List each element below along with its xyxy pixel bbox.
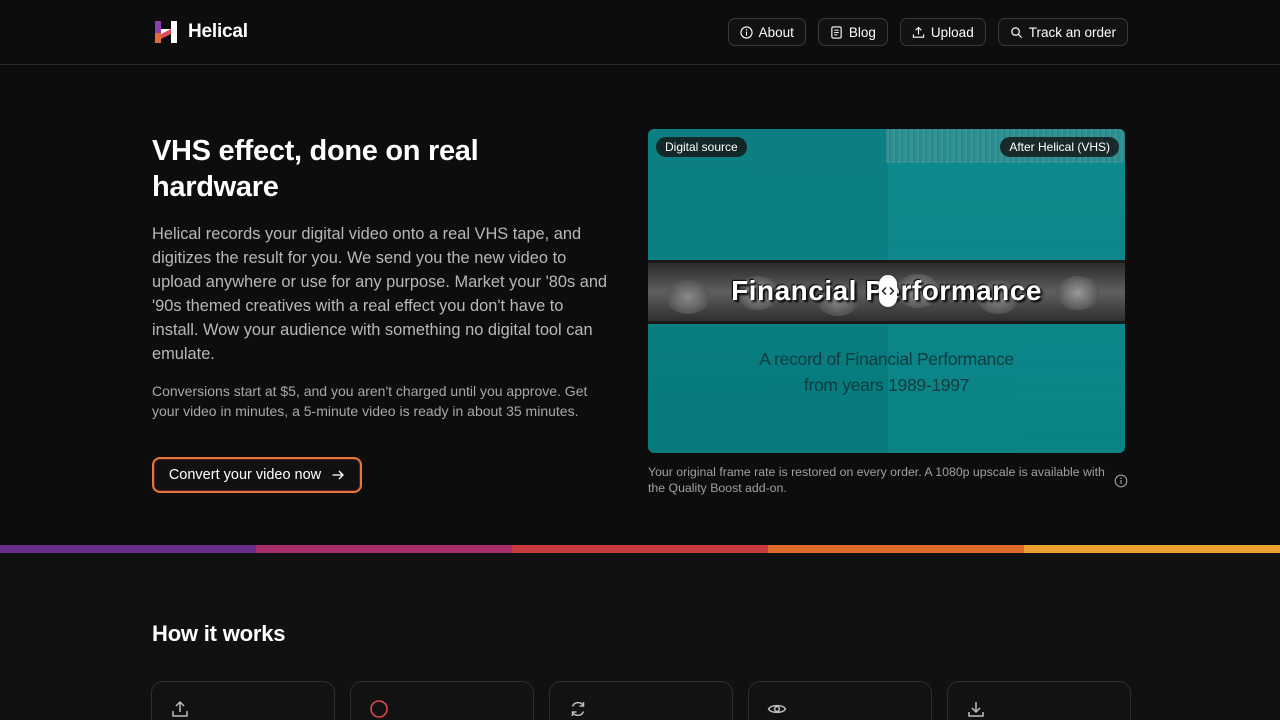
steps-row — [151, 681, 1131, 720]
info-icon — [739, 25, 753, 39]
document-icon — [831, 25, 842, 39]
stripe-segment — [1024, 545, 1280, 553]
convert-video-label: Convert your video now — [168, 467, 322, 483]
brand-logo[interactable]: Helical — [153, 18, 248, 46]
record-icon — [370, 700, 388, 718]
track-order-button[interactable]: Track an order — [997, 18, 1128, 46]
step-card-record — [350, 681, 534, 720]
pricing-note: Conversions start at $5, and you aren't … — [152, 383, 588, 419]
code-arrows-icon — [881, 286, 895, 296]
download-icon — [968, 702, 984, 717]
comparison-slider-handle[interactable] — [879, 275, 897, 307]
top-nav: About Blog Upload Track an order — [727, 18, 1128, 46]
eye-icon — [767, 704, 787, 714]
step-card-upload — [151, 681, 335, 720]
step-card-convert — [549, 681, 733, 720]
refresh-icon — [571, 701, 585, 717]
upload-icon — [912, 26, 925, 38]
stripe-segment — [512, 545, 768, 553]
site-header: Helical About Blog Upload Track an order — [0, 0, 1280, 65]
before-after-video[interactable]: Financial Performance A record of Financ… — [648, 129, 1125, 453]
hero-description: Helical records your digital video onto … — [152, 225, 608, 363]
search-icon — [1010, 26, 1022, 38]
stripe-segment — [0, 545, 256, 553]
track-order-label: Track an order — [1028, 24, 1116, 40]
arrow-right-icon — [332, 470, 345, 480]
about-button[interactable]: About — [727, 18, 806, 46]
brand-name: Helical — [188, 21, 248, 42]
video-caption: Your original frame rate is restored on … — [648, 465, 1105, 495]
step-card-review — [748, 681, 932, 720]
about-label: About — [758, 24, 794, 40]
convert-video-button[interactable]: Convert your video now — [152, 457, 362, 493]
blog-label: Blog — [848, 24, 876, 40]
stripe-segment — [768, 545, 1024, 553]
hero-title: VHS effect, done on real hardware — [152, 135, 479, 203]
upload-icon — [172, 700, 188, 717]
how-it-works-title: How it works — [152, 621, 286, 646]
step-card-download — [947, 681, 1131, 720]
upload-button[interactable]: Upload — [899, 18, 986, 46]
helical-logo-icon — [155, 21, 177, 43]
upload-label: Upload — [930, 24, 974, 40]
after-helical-badge: After Helical (VHS) — [1000, 137, 1119, 157]
digital-source-badge: Digital source — [656, 137, 747, 157]
info-icon[interactable] — [1114, 474, 1128, 488]
blog-button[interactable]: Blog — [817, 18, 888, 46]
color-stripe — [0, 545, 1280, 553]
stripe-segment — [256, 545, 512, 553]
